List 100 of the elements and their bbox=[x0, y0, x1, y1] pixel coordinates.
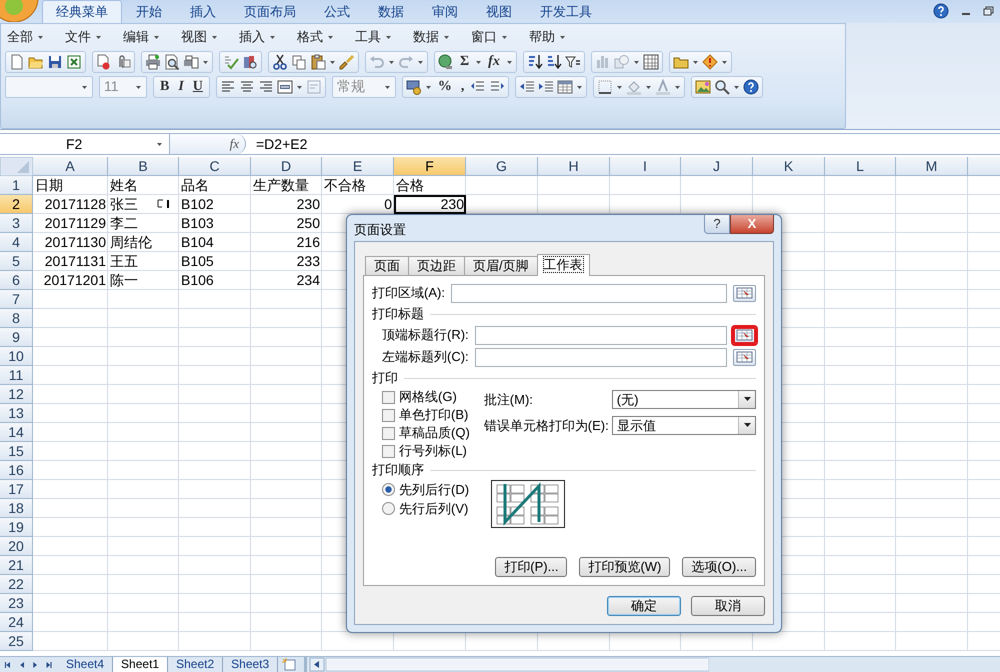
formula-field[interactable]: =D2+E2 bbox=[246, 134, 1000, 154]
row-header[interactable]: 7 bbox=[0, 290, 33, 309]
dropdown[interactable]: (无) bbox=[612, 390, 756, 410]
row-header[interactable]: 14 bbox=[0, 423, 33, 442]
dialog-button[interactable]: 取消 bbox=[691, 596, 765, 616]
comma-button[interactable]: , bbox=[458, 78, 468, 94]
spreadsheet-icon[interactable] bbox=[66, 54, 82, 70]
sum-button[interactable]: Σ bbox=[457, 54, 472, 70]
column-header[interactable]: F bbox=[394, 157, 466, 176]
range-picker-button[interactable] bbox=[733, 326, 756, 344]
align-center-icon[interactable] bbox=[238, 78, 255, 94]
column-header[interactable]: L bbox=[825, 157, 896, 176]
menu-item[interactable]: 文件 bbox=[65, 27, 91, 47]
help-button[interactable]: ? bbox=[704, 215, 730, 234]
paste-icon[interactable] bbox=[310, 54, 326, 70]
increase-indent-icon[interactable] bbox=[538, 78, 554, 94]
row-header[interactable]: 21 bbox=[0, 556, 33, 575]
dropdown[interactable]: 显示值 bbox=[612, 416, 756, 435]
ribbon-tab[interactable]: 插入 bbox=[176, 0, 230, 23]
row-header[interactable]: 12 bbox=[0, 385, 33, 404]
column-header[interactable]: G bbox=[466, 157, 538, 176]
dialog-tab[interactable]: 页面 bbox=[365, 256, 409, 275]
menu-item[interactable]: 工具 bbox=[355, 27, 381, 47]
menu-item[interactable]: 编辑 bbox=[123, 27, 149, 47]
column-header[interactable]: A bbox=[33, 157, 108, 176]
menu-item[interactable]: 全部 bbox=[7, 27, 33, 47]
dialog-button[interactable]: 打印预览(W) bbox=[579, 557, 670, 577]
radio-button[interactable] bbox=[382, 483, 395, 496]
checkbox[interactable] bbox=[382, 444, 395, 458]
row-header[interactable]: 3 bbox=[0, 214, 33, 233]
picture-icon[interactable] bbox=[695, 78, 712, 94]
dialog-button[interactable]: 确定 bbox=[607, 596, 681, 616]
column-header[interactable]: D bbox=[251, 157, 322, 176]
radio-button[interactable] bbox=[382, 502, 395, 515]
row-header[interactable]: 11 bbox=[0, 366, 33, 385]
ribbon-tab[interactable]: 经典菜单 bbox=[42, 0, 122, 23]
input-field[interactable] bbox=[474, 348, 727, 366]
sort-descending-icon[interactable] bbox=[546, 54, 562, 70]
restore-icon[interactable] bbox=[983, 6, 994, 16]
column-header[interactable]: K bbox=[753, 157, 825, 176]
format-painter-icon[interactable] bbox=[339, 54, 355, 70]
row-header[interactable]: 8 bbox=[0, 309, 33, 328]
input-field[interactable] bbox=[450, 284, 727, 302]
row-header[interactable]: 22 bbox=[0, 575, 33, 594]
row-header[interactable]: 4 bbox=[0, 233, 33, 252]
menu-item[interactable]: 格式 bbox=[297, 27, 323, 47]
row-header[interactable]: 17 bbox=[0, 480, 33, 499]
column-header[interactable]: I bbox=[610, 157, 681, 176]
column-header[interactable]: M bbox=[896, 157, 968, 176]
sort-ascending-icon[interactable] bbox=[526, 54, 543, 70]
ribbon-tab[interactable]: 数据 bbox=[364, 0, 418, 23]
font-color-icon[interactable] bbox=[655, 78, 672, 94]
row-header[interactable]: 2 bbox=[0, 195, 33, 214]
help-icon[interactable] bbox=[933, 3, 949, 19]
checkbox[interactable] bbox=[382, 408, 395, 422]
menu-item[interactable]: 数据 bbox=[413, 27, 439, 47]
table-format-icon[interactable] bbox=[557, 78, 574, 94]
globe-icon[interactable] bbox=[438, 54, 454, 70]
row-header[interactable]: 5 bbox=[0, 252, 33, 271]
italic-button[interactable]: I bbox=[175, 78, 187, 94]
sheet-tab[interactable]: Sheet1 bbox=[113, 657, 168, 672]
underline-button[interactable]: U bbox=[190, 78, 206, 94]
warning-diamond-icon[interactable] bbox=[702, 54, 718, 70]
ribbon-tab[interactable]: 视图 bbox=[472, 0, 526, 23]
input-field[interactable] bbox=[474, 326, 727, 344]
checkbox[interactable] bbox=[382, 390, 395, 404]
menu-item[interactable]: 视图 bbox=[181, 27, 207, 47]
ribbon-tab[interactable]: 页面布局 bbox=[230, 0, 310, 23]
ribbon-tab[interactable]: 开发工具 bbox=[526, 0, 606, 23]
save-icon[interactable] bbox=[47, 54, 63, 70]
checkbox[interactable] bbox=[382, 426, 395, 440]
row-header[interactable]: 9 bbox=[0, 328, 33, 347]
insert-function-button[interactable]: fx bbox=[230, 134, 239, 154]
print-preview-icon[interactable] bbox=[164, 54, 180, 70]
help-icon[interactable] bbox=[743, 78, 760, 94]
document-icon[interactable] bbox=[96, 54, 112, 70]
bold-button[interactable]: B bbox=[157, 78, 172, 94]
row-header[interactable]: 19 bbox=[0, 518, 33, 537]
column-header[interactable]: B bbox=[108, 157, 179, 176]
row-header[interactable]: 1 bbox=[0, 176, 33, 195]
dialog-button[interactable]: 打印(P)... bbox=[495, 557, 568, 577]
row-header[interactable]: 25 bbox=[0, 632, 33, 651]
column-header[interactable]: E bbox=[322, 157, 394, 176]
row-header[interactable]: 18 bbox=[0, 499, 33, 518]
currency-icon[interactable] bbox=[406, 78, 422, 94]
ribbon-tab[interactable]: 开始 bbox=[122, 0, 176, 23]
ribbon-tab[interactable]: 公式 bbox=[310, 0, 364, 23]
function-button[interactable]: fx bbox=[485, 54, 503, 70]
book-icon[interactable] bbox=[242, 54, 258, 70]
decrease-indent-icon[interactable] bbox=[519, 78, 536, 94]
range-picker-button[interactable] bbox=[733, 348, 756, 366]
percent-button[interactable]: % bbox=[434, 78, 455, 94]
column-header[interactable]: H bbox=[538, 157, 610, 176]
filter-icon[interactable] bbox=[564, 54, 581, 70]
row-header[interactable]: 24 bbox=[0, 613, 33, 632]
cut-icon[interactable] bbox=[272, 54, 288, 70]
page-setup-icon[interactable] bbox=[183, 54, 199, 70]
align-left-icon[interactable] bbox=[220, 78, 236, 94]
row-header[interactable]: 16 bbox=[0, 461, 33, 480]
new-document-icon[interactable] bbox=[9, 54, 25, 70]
